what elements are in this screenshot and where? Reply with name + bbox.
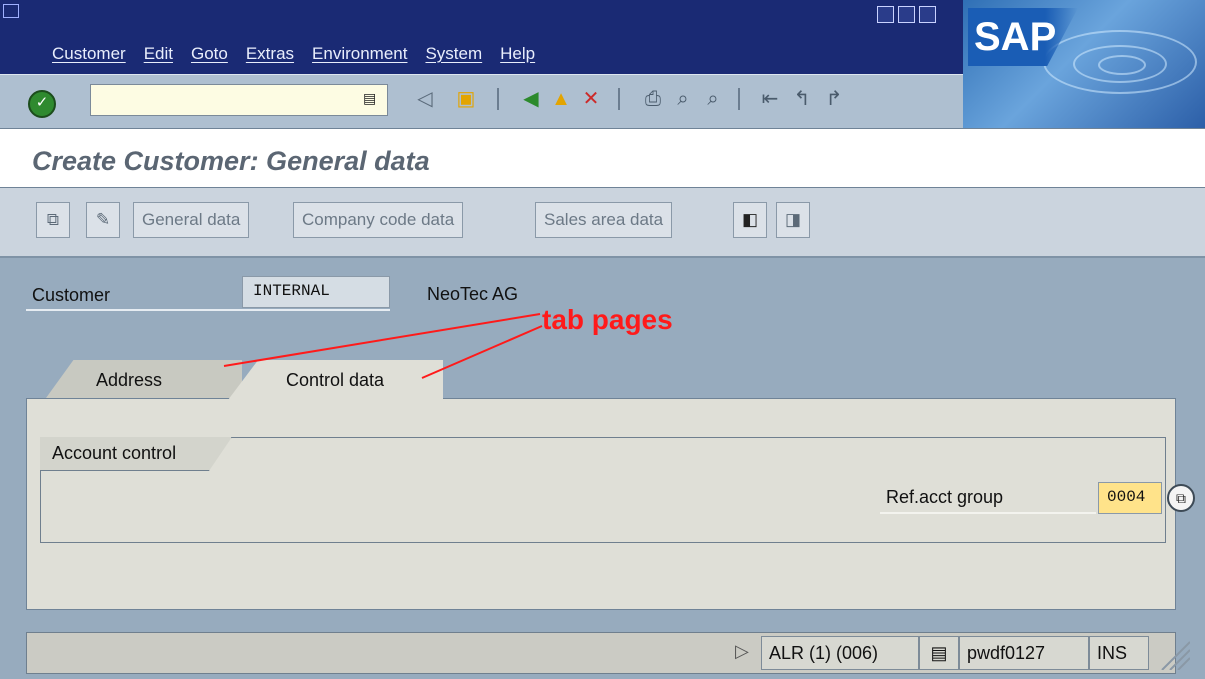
exit-icon[interactable]: ▲ [548,86,574,112]
general-data-button[interactable]: General data [133,202,250,238]
session-icon[interactable]: ▤ [919,636,959,670]
customer-label-underline [26,309,390,311]
menu-item-customer[interactable]: Customer [52,44,126,64]
customer-label: Customer [32,285,111,305]
toolbar-separator [618,88,620,110]
page-title: Create Customer: General data [32,146,430,176]
menu-item-system[interactable]: System [425,44,482,64]
ref-acct-group-underline [880,512,1096,514]
enter-icon[interactable]: ✓ [28,90,56,118]
status-expand-icon[interactable]: ▷ [735,641,749,662]
minimize-button[interactable] [877,6,894,23]
first-page-icon[interactable]: ⇤ [757,86,783,112]
close-window-button[interactable] [919,6,936,23]
ref-acct-group-label: Ref.acct group [886,487,1004,507]
status-mode: INS [1089,636,1149,670]
tab-control-data-label[interactable]: Control data [286,370,384,391]
group-title: Account control [52,443,177,463]
menu-item-help[interactable]: Help [500,44,535,64]
resize-grip-icon[interactable] [1154,636,1190,670]
other-customer-icon[interactable]: ⧉ [36,202,70,238]
toolbar-separator [738,88,740,110]
ref-acct-group-field[interactable]: 0004 [1098,482,1162,514]
annotation-tab-pages: tab pages [542,304,673,335]
save-icon[interactable]: ▣ [453,86,479,112]
status-server: pwdf0127 [959,636,1089,670]
annotation-line-address [223,313,541,367]
find-next-icon[interactable]: ⌕ [700,86,726,112]
previous-screen-icon[interactable]: ◧ [733,202,767,238]
system-menu-icon[interactable] [3,4,19,18]
cancel-icon[interactable]: ✕ [578,86,604,112]
menu-item-extras[interactable]: Extras [246,44,294,64]
sales-area-data-button[interactable]: Sales area data [535,202,673,238]
maximize-button[interactable] [898,6,915,23]
print-icon[interactable]: ⎙ [640,86,666,112]
back-arrow-icon[interactable]: ◁ [412,86,438,112]
next-page-icon[interactable]: ↱ [821,86,847,112]
menu-item-environment[interactable]: Environment [312,44,407,64]
toolbar-separator [497,88,499,110]
company-code-data-button[interactable]: Company code data [293,202,464,238]
status-system: ALR (1) (006) [761,636,919,670]
command-history-icon[interactable]: ▤ [363,90,379,108]
display-change-icon[interactable]: ✎ [86,202,120,238]
ripple-ring-inner [1098,55,1146,75]
command-field[interactable] [90,84,388,116]
back-icon[interactable]: ◀ [518,86,544,112]
find-icon[interactable]: ⌕ [670,86,696,112]
menu-row: Customer Edit Goto Extras Environment Sy… [52,44,535,64]
customer-name: NeoTec AG [427,284,519,304]
value-help-icon[interactable]: ⧉ [1167,484,1195,512]
tab-address-label[interactable]: Address [96,370,162,391]
customer-field: INTERNAL [242,276,390,308]
menu-item-edit[interactable]: Edit [144,44,173,64]
menu-item-goto[interactable]: Goto [191,44,228,64]
previous-page-icon[interactable]: ↰ [789,86,815,112]
next-screen-icon[interactable]: ◨ [776,202,810,238]
